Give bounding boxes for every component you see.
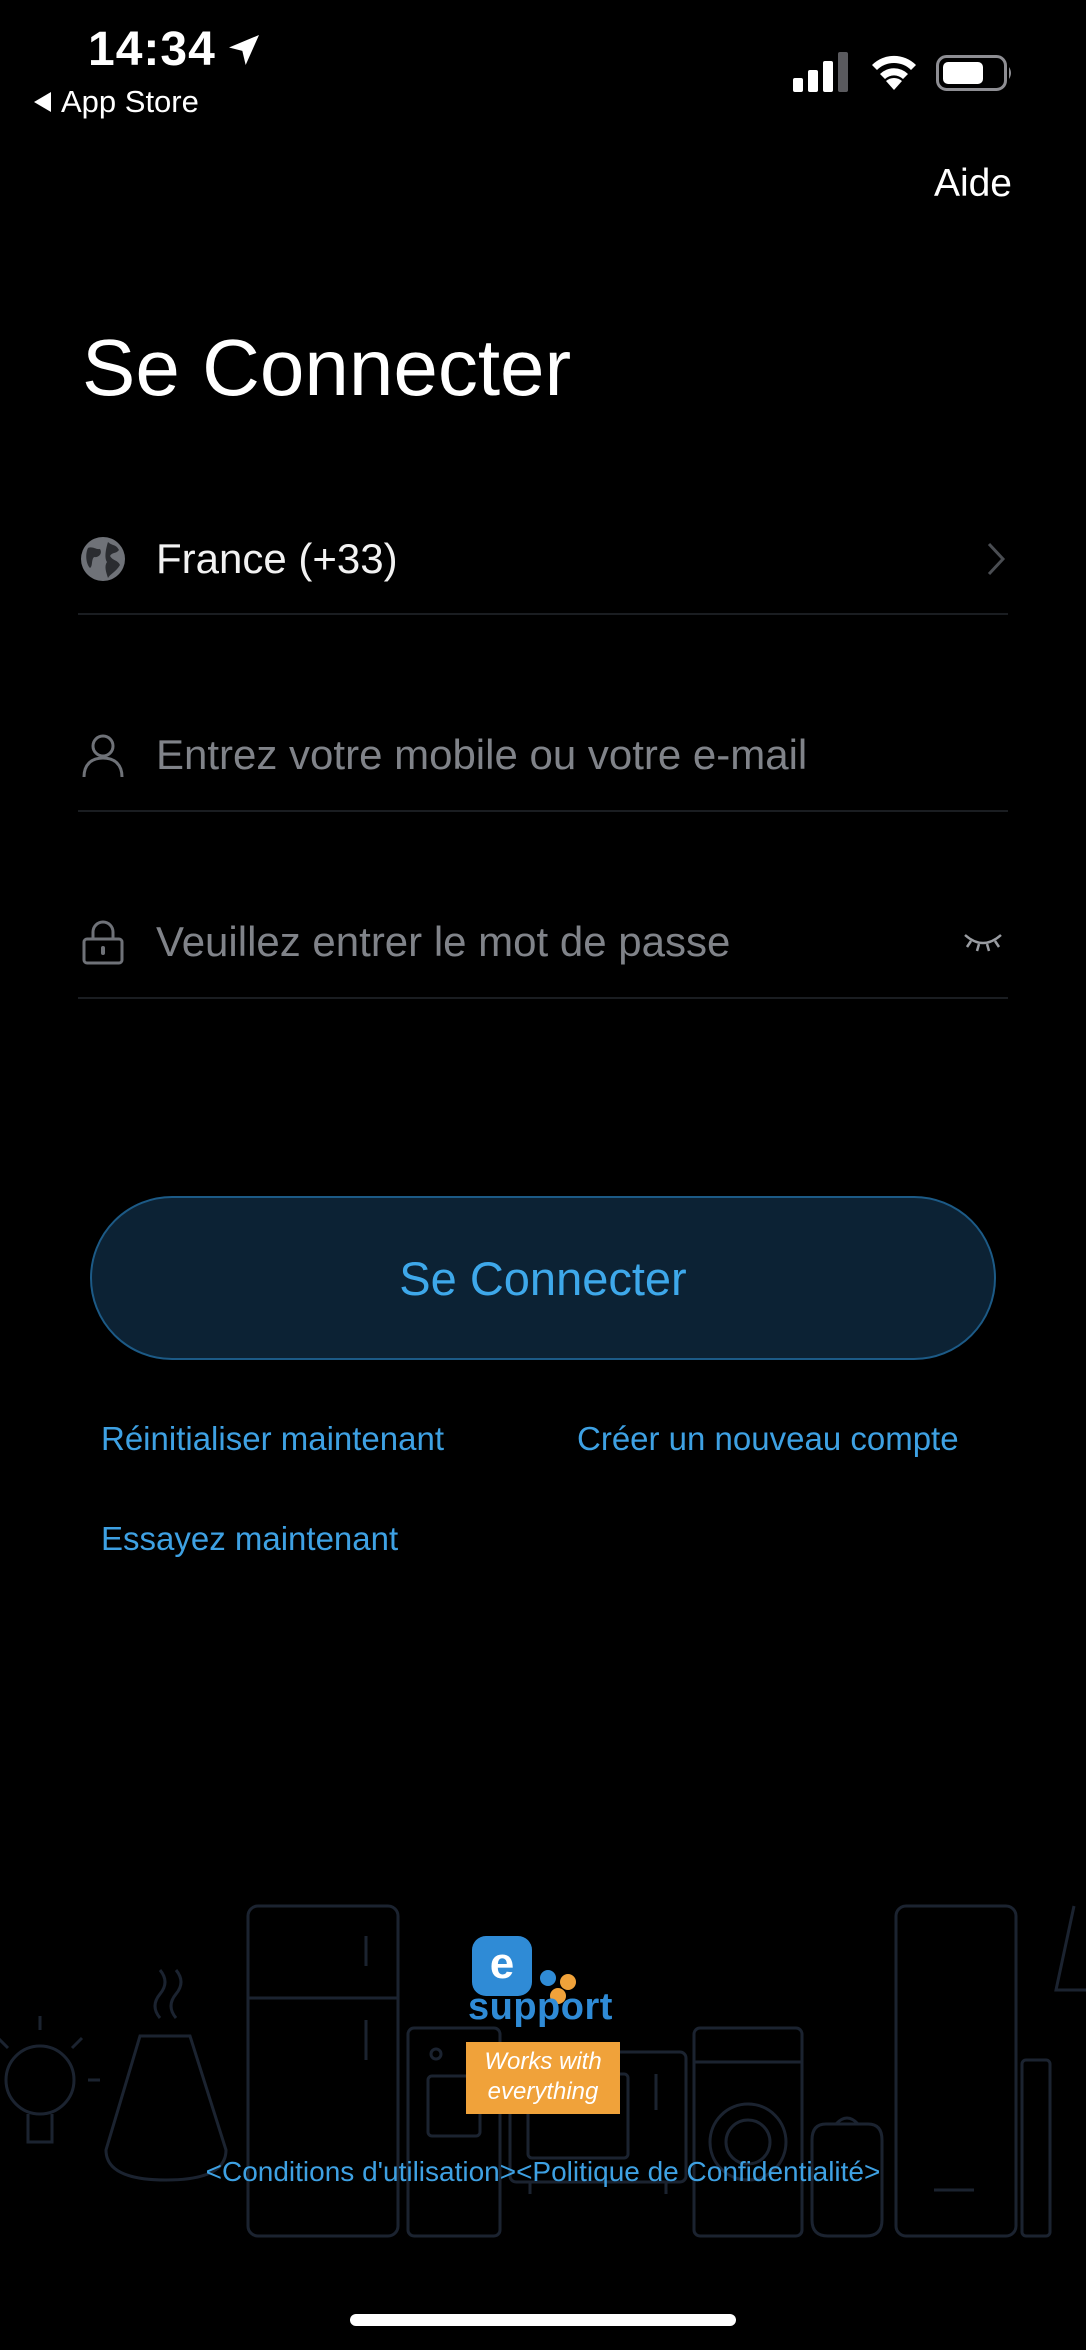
esupport-word: support	[468, 1986, 613, 2028]
wifi-icon	[872, 55, 916, 90]
password-field-row	[78, 887, 1008, 999]
account-field-row	[78, 700, 1008, 812]
lamp-icon	[1054, 1905, 1086, 1992]
create-account-link[interactable]: Créer un nouveau compte	[577, 1420, 959, 1458]
diffuser-icon	[104, 1969, 228, 2182]
cellular-signal-icon	[793, 52, 848, 92]
password-input[interactable]	[156, 918, 962, 966]
try-now-link[interactable]: Essayez maintenant	[101, 1520, 398, 1558]
status-time: 14:34	[88, 23, 216, 76]
reset-password-link[interactable]: Réinitialiser maintenant	[101, 1420, 444, 1458]
location-arrow-icon	[229, 35, 259, 65]
user-icon	[82, 734, 124, 778]
login-screen: 14:34 App Store Aide Se Connecter France…	[0, 0, 1086, 2350]
washing-machine-icon	[692, 2026, 804, 2238]
works-with-everything-box: Works with everything	[466, 2042, 620, 2114]
works-line-1: Works with	[484, 2048, 602, 2075]
heater-icon	[1020, 2058, 1052, 2238]
country-selector[interactable]: France (+33)	[78, 505, 1008, 615]
country-label: France (+33)	[156, 535, 398, 582]
eye-closed-icon[interactable]	[962, 929, 1004, 955]
works-line-2: everything	[487, 2078, 599, 2105]
legal-links[interactable]: <Conditions d'utilisation><Politique de …	[0, 2156, 1086, 2188]
logo-dot-blue	[540, 1970, 556, 1986]
chevron-right-icon	[987, 542, 1006, 576]
help-link[interactable]: Aide	[934, 162, 1012, 206]
account-input[interactable]	[156, 731, 1008, 779]
back-triangle-icon	[34, 92, 51, 112]
login-button[interactable]: Se Connecter	[90, 1196, 996, 1360]
back-app-label: App Store	[61, 84, 199, 119]
home-indicator[interactable]	[350, 2314, 736, 2326]
page-title: Se Connecter	[82, 323, 572, 412]
lightbulb-icon	[0, 2016, 100, 2144]
esupport-badge: e support Works with everything	[466, 1936, 622, 2114]
battery-icon	[936, 55, 1011, 91]
globe-icon	[81, 537, 125, 581]
lock-icon	[82, 920, 124, 965]
back-to-app-store[interactable]: App Store	[34, 84, 199, 120]
